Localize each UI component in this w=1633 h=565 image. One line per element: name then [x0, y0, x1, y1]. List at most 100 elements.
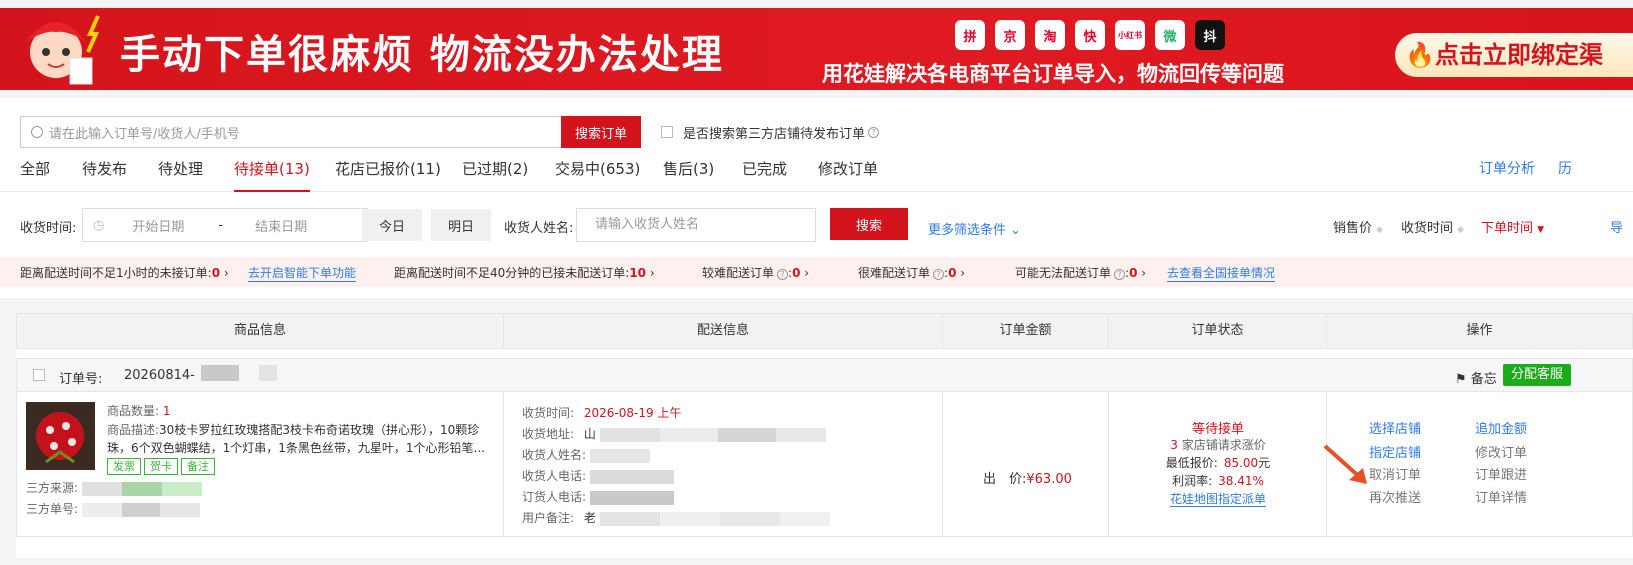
desc-label: 商品描述:	[107, 423, 160, 437]
header-product-info: 商品信息	[17, 314, 504, 348]
search-order-button[interactable]: 搜索订单	[561, 116, 641, 148]
order-select-checkbox[interactable]	[33, 369, 45, 381]
assign-service-button[interactable]: 分配客服	[1503, 364, 1572, 386]
kuaishou-icon: 快	[1075, 20, 1105, 50]
alert-count[interactable]: 0	[948, 266, 956, 280]
cancel-order-button[interactable]: 取消订单	[1369, 464, 1421, 483]
alert-count[interactable]: 0	[792, 266, 800, 280]
end-date-input[interactable]: 结束日期	[255, 216, 307, 235]
tag-note[interactable]: 备注	[181, 458, 215, 475]
memo-label: 备忘	[1470, 372, 1497, 387]
help-icon[interactable]: ?	[777, 269, 789, 280]
receiver-phone-label: 收货人电话:	[522, 469, 587, 483]
tab-modify-order[interactable]: 修改订单	[818, 158, 878, 179]
redacted-block	[201, 365, 239, 381]
redacted-block	[589, 490, 674, 505]
help-icon[interactable]: ?	[1114, 269, 1126, 280]
tag-card[interactable]: 贺卡	[144, 458, 178, 475]
date-range-picker[interactable]: ◷ 开始日期 - 结束日期	[82, 208, 368, 242]
third-party-checkbox[interactable]	[661, 126, 673, 138]
actions-cell: 选择店铺 追加金额 指定店铺 修改订单 取消订单 订单跟进 再次推送 订单详情	[1323, 392, 1633, 537]
redacted-block	[719, 511, 780, 526]
alert-count[interactable]: 10	[629, 266, 646, 280]
tab-all[interactable]: 全部	[20, 158, 50, 179]
tab-completed[interactable]: 已完成	[742, 158, 787, 179]
qty-value: 1	[162, 404, 171, 418]
help-icon[interactable]: ?	[868, 126, 880, 138]
tab-trading[interactable]: 交易中(653)	[555, 158, 640, 179]
promo-banner[interactable]: 手动下单很麻烦 物流没办法处理 拼 京 淘 快 小红书 微 抖 用花娃解决各电商…	[0, 8, 1633, 90]
receiver-name-input[interactable]: 请输入收货人姓名	[576, 208, 816, 242]
tab-pending-process[interactable]: 待处理	[158, 158, 203, 179]
order-number-label: 订单号:	[59, 372, 103, 387]
order-table: 商品信息 配送信息 订单金额 订单状态 操作 订单号: 20260814- ⚑ …	[16, 313, 1633, 558]
national-acceptance-link[interactable]: 去查看全国接单情况	[1167, 264, 1276, 282]
third-party-label: 是否搜索第三方店铺待发布订单	[683, 126, 866, 142]
receiver-phone-row: 收货人电话:	[522, 467, 674, 484]
sort-price[interactable]: 销售价 ◆	[1333, 217, 1383, 236]
tab-shop-quoted[interactable]: 花店已报价(11)	[335, 158, 441, 179]
enable-smart-order-link[interactable]: 去开启智能下单功能	[248, 264, 357, 282]
order-analysis-link[interactable]: 订单分析	[1479, 158, 1535, 178]
tab-expired[interactable]: 已过期(2)	[462, 158, 528, 179]
header-order-amount: 订单金额	[943, 314, 1109, 348]
tag-invoice[interactable]: 发票	[107, 458, 141, 475]
product-desc: 商品描述:30枝卡罗拉红玫瑰搭配3枝卡布奇诺玫瑰（拼心形），10颗珍珠，6个双色…	[107, 421, 492, 457]
receive-time-label: 收货时间:	[522, 406, 575, 420]
help-icon[interactable]: ?	[933, 269, 945, 280]
redacted-block	[161, 481, 202, 496]
track-order-button[interactable]: 订单跟进	[1475, 464, 1527, 483]
tab-pending-accept[interactable]: 待接单(13)	[234, 158, 310, 192]
alert-count[interactable]: 0	[212, 266, 220, 280]
order-row-header: 订单号: 20260814- ⚑ 备忘 分配客服	[16, 358, 1633, 392]
receive-time-label: 收货时间:	[20, 221, 77, 236]
bind-channel-button[interactable]: 🔥 点击立即绑定渠	[1395, 33, 1633, 77]
redacted-block	[589, 469, 674, 484]
repush-button[interactable]: 再次推送	[1369, 487, 1421, 506]
memo-button[interactable]: ⚑ 备忘	[1455, 368, 1497, 387]
filter-row: 收货时间: ◷ 开始日期 - 结束日期 今日 明日 收货人姓名: 请输入收货人姓…	[20, 208, 1633, 242]
mascot-icon	[26, 15, 100, 85]
alert-label: 可能无法配送订单	[1015, 266, 1112, 280]
header-delivery-info: 配送信息	[504, 314, 943, 348]
redacted-block	[81, 502, 122, 517]
third-party-toggle[interactable]: 是否搜索第三方店铺待发布订单 ?	[661, 123, 880, 142]
min-quote-value: 85.00	[1223, 456, 1259, 470]
profit-value: 38.41%	[1218, 474, 1264, 488]
note-label: 用户备注:	[522, 511, 575, 525]
tab-after-sales[interactable]: 售后(3)	[663, 158, 714, 179]
alert-label: 距离配送时间不足40分钟的已接未配送订单:	[394, 266, 630, 280]
price-label: 出 价:	[983, 472, 1027, 487]
chevron-down-icon: ⌄	[1010, 223, 1022, 238]
alert-count[interactable]: 0	[1129, 266, 1137, 280]
sort-order-time[interactable]: 下单时间 ▼	[1481, 217, 1544, 236]
start-date-input[interactable]: 开始日期	[132, 216, 184, 235]
history-link[interactable]: 历	[1558, 158, 1572, 178]
order-detail-button[interactable]: 订单详情	[1475, 487, 1527, 506]
export-link[interactable]: 导	[1610, 217, 1623, 236]
price-request: 3 家店铺请求涨价	[1109, 436, 1327, 453]
tomorrow-button[interactable]: 明日	[431, 209, 491, 241]
sort-arrows-icon: ◆	[1376, 225, 1384, 235]
search-row: 请在此输入订单号/收货人/手机号 搜索订单 是否搜索第三方店铺待发布订单 ?	[20, 116, 880, 148]
today-button[interactable]: 今日	[362, 209, 422, 241]
filter-search-button[interactable]: 搜索	[830, 208, 908, 240]
min-quote-label: 最低报价:	[1165, 456, 1218, 470]
taobao-icon: 淘	[1035, 20, 1065, 50]
product-thumbnail[interactable]	[26, 402, 95, 470]
select-shop-button[interactable]: 选择店铺	[1369, 418, 1421, 437]
buyer-phone-label: 订货人电话:	[522, 490, 587, 504]
search-icon	[31, 126, 43, 138]
map-dispatch-link[interactable]: 花娃地图指定派单	[1169, 492, 1266, 507]
jd-icon: 京	[995, 20, 1025, 50]
order-search-input[interactable]: 请在此输入订单号/收货人/手机号	[20, 116, 561, 148]
request-text: 家店铺请求涨价	[1181, 438, 1266, 452]
modify-order-button[interactable]: 修改订单	[1475, 442, 1527, 461]
add-amount-button[interactable]: 追加金额	[1475, 418, 1527, 437]
assign-shop-button[interactable]: 指定店铺	[1369, 442, 1421, 461]
more-filters-link[interactable]: 更多筛选条件 ⌄	[928, 219, 1021, 238]
sort-receive-time[interactable]: 收货时间 ◆	[1401, 217, 1464, 236]
third-order-no: 三方单号:	[26, 500, 200, 517]
receiver-name-label: 收货人姓名:	[504, 221, 574, 236]
tab-pending-publish[interactable]: 待发布	[82, 158, 127, 179]
